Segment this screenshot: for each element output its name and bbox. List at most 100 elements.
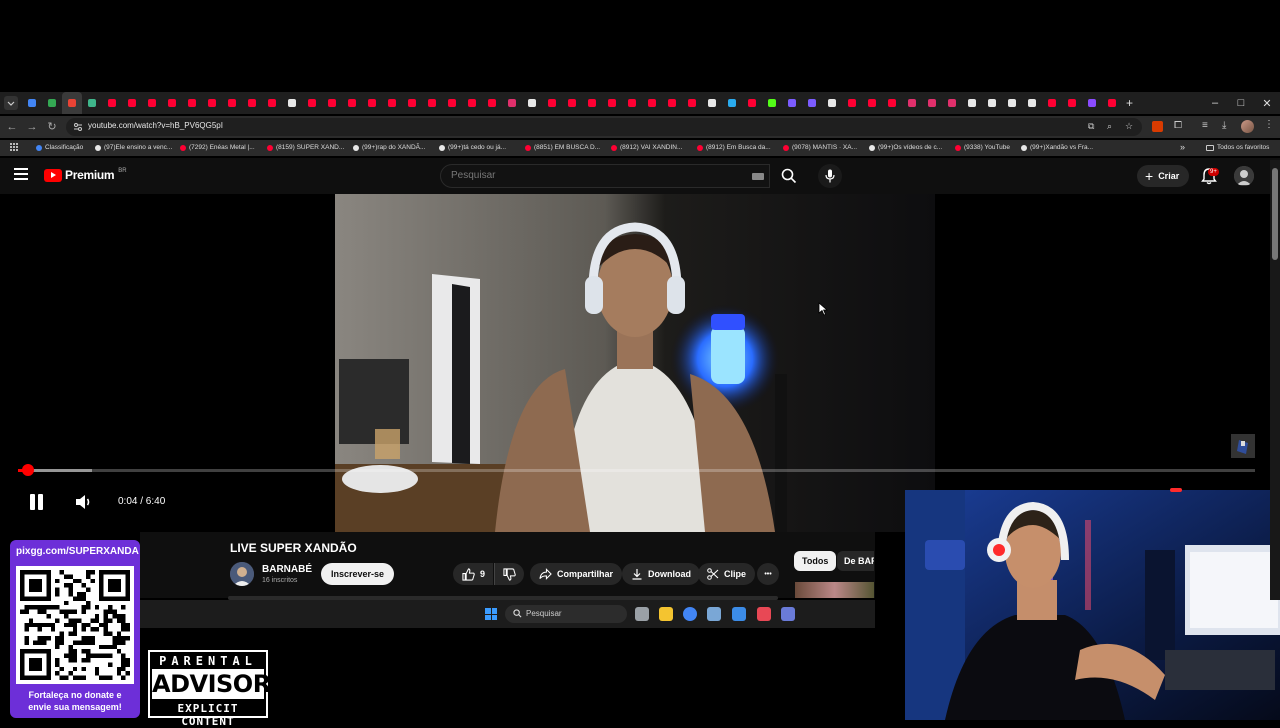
browser-tab[interactable] xyxy=(82,92,102,114)
taskbar-app-icon[interactable] xyxy=(707,607,721,621)
browser-tab[interactable] xyxy=(902,92,922,114)
install-app-icon[interactable]: ⧉ xyxy=(1088,121,1094,132)
bookmark-item[interactable]: (99+)Os vídeos de c... xyxy=(869,144,942,151)
browser-tab[interactable] xyxy=(662,92,682,114)
miniplayer-thumbnail[interactable] xyxy=(1231,434,1255,458)
browser-tab[interactable] xyxy=(402,92,422,114)
extension-office-icon[interactable] xyxy=(1152,121,1163,132)
browser-tab[interactable] xyxy=(602,92,622,114)
back-icon[interactable]: ← xyxy=(4,119,20,135)
close-window-button[interactable]: ✕ xyxy=(1254,92,1280,114)
user-avatar[interactable] xyxy=(1234,166,1254,186)
bookmark-item[interactable]: (99+)Xandão vs Fra... xyxy=(1021,144,1093,151)
forward-icon[interactable]: → xyxy=(24,119,40,135)
browser-tab[interactable] xyxy=(142,92,162,114)
video-player[interactable] xyxy=(335,194,935,532)
search-button[interactable] xyxy=(772,164,806,188)
reload-icon[interactable]: ↻ xyxy=(44,119,60,135)
browser-tab[interactable] xyxy=(822,92,842,114)
bookmark-item[interactable]: (9338) YouTube xyxy=(955,144,1010,151)
browser-tab[interactable] xyxy=(422,92,442,114)
chip-from-channel[interactable]: De BAR xyxy=(837,551,874,571)
downloads-icon[interactable]: ⤓ xyxy=(1222,120,1226,131)
browser-tab[interactable] xyxy=(162,92,182,114)
bookmark-star-icon[interactable]: ☆ xyxy=(1125,121,1133,132)
pause-icon[interactable] xyxy=(28,493,46,511)
browser-tab[interactable] xyxy=(182,92,202,114)
address-bar[interactable]: youtube.com/watch?v=hB_PV6QG5pI ⧉ ⌕ ☆ xyxy=(66,118,1142,136)
browser-tab[interactable] xyxy=(1082,92,1102,114)
browser-tab[interactable] xyxy=(642,92,662,114)
zoom-icon[interactable]: ⌕ xyxy=(1107,121,1112,132)
browser-tab[interactable] xyxy=(342,92,362,114)
browser-tab[interactable] xyxy=(762,92,782,114)
maximize-button[interactable]: □ xyxy=(1228,92,1254,114)
profile-avatar[interactable] xyxy=(1241,120,1254,133)
extensions-icon[interactable]: ⧠ xyxy=(1174,120,1182,131)
browser-tab[interactable] xyxy=(362,92,382,114)
browser-tab[interactable] xyxy=(282,92,302,114)
keyboard-icon[interactable] xyxy=(752,173,764,180)
media-controls-icon[interactable]: ≡ xyxy=(1202,120,1208,131)
channel-name[interactable]: BARNABÉ xyxy=(262,564,312,575)
browser-tab[interactable] xyxy=(382,92,402,114)
suggested-video-thumbnail[interactable] xyxy=(795,582,874,598)
browser-tab[interactable] xyxy=(742,92,762,114)
taskbar-app-icon[interactable] xyxy=(659,607,673,621)
apps-grid-icon[interactable] xyxy=(10,143,18,151)
site-info-icon[interactable] xyxy=(73,122,83,132)
browser-tab[interactable] xyxy=(562,92,582,114)
tab-search-icon[interactable] xyxy=(4,96,18,110)
taskbar-app-icon[interactable] xyxy=(732,607,746,621)
taskbar-app-icon[interactable] xyxy=(757,607,771,621)
like-button[interactable]: 9 xyxy=(453,563,494,585)
browser-tab[interactable] xyxy=(262,92,282,114)
dislike-button[interactable] xyxy=(494,563,524,585)
share-button[interactable]: Compartilhar xyxy=(530,563,623,585)
browser-menu-icon[interactable]: ⋮ xyxy=(1264,119,1274,130)
browser-tab[interactable] xyxy=(882,92,902,114)
browser-tab[interactable] xyxy=(942,92,962,114)
browser-tab[interactable] xyxy=(322,92,342,114)
clip-button[interactable]: Clipe xyxy=(698,563,756,585)
browser-tab[interactable] xyxy=(802,92,822,114)
bookmark-item[interactable]: (99+)tá cedo ou já... xyxy=(439,144,506,151)
browser-tab[interactable] xyxy=(962,92,982,114)
taskbar-app-icon[interactable] xyxy=(635,607,649,621)
browser-tab[interactable] xyxy=(22,92,42,114)
create-button[interactable]: + Criar xyxy=(1137,165,1190,187)
taskbar-app-icon[interactable] xyxy=(781,607,795,621)
browser-tab[interactable] xyxy=(482,92,502,114)
volume-icon[interactable] xyxy=(74,493,94,511)
browser-tab[interactable] xyxy=(582,92,602,114)
browser-tab[interactable] xyxy=(302,92,322,114)
minimize-button[interactable]: – xyxy=(1202,92,1228,114)
bookmark-item[interactable]: (7292) Enéas Metal |... xyxy=(180,144,255,151)
page-scrollbar-thumb[interactable] xyxy=(1272,168,1278,260)
browser-tab[interactable] xyxy=(202,92,222,114)
browser-tab[interactable] xyxy=(842,92,862,114)
browser-tab[interactable] xyxy=(702,92,722,114)
browser-tab[interactable] xyxy=(242,92,262,114)
bookmark-item[interactable]: (8912) Em Busca da... xyxy=(697,144,771,151)
browser-tab[interactable] xyxy=(682,92,702,114)
progress-scrubber-handle[interactable] xyxy=(22,464,34,476)
browser-tab[interactable] xyxy=(862,92,882,114)
search-box[interactable] xyxy=(440,164,770,188)
browser-tab[interactable] xyxy=(722,92,742,114)
browser-tab[interactable] xyxy=(1002,92,1022,114)
video-progress-bar[interactable] xyxy=(18,469,1255,472)
new-tab-button[interactable]: + xyxy=(1126,96,1133,110)
browser-tab[interactable] xyxy=(542,92,562,114)
more-actions-button[interactable]: ••• xyxy=(757,563,779,585)
download-button[interactable]: Download xyxy=(622,563,700,585)
search-input[interactable] xyxy=(451,170,741,181)
bookmark-item[interactable]: (8912) VAI XANDIN... xyxy=(611,144,682,151)
url-text[interactable]: youtube.com/watch?v=hB_PV6QG5pI xyxy=(88,121,223,130)
browser-tab[interactable] xyxy=(922,92,942,114)
browser-tab[interactable] xyxy=(982,92,1002,114)
hamburger-menu-icon[interactable] xyxy=(14,168,28,180)
bookmark-item[interactable]: (9078) MANTIS · XA... xyxy=(783,144,857,151)
browser-tab[interactable] xyxy=(42,92,62,114)
more-bookmarks-icon[interactable]: » xyxy=(1180,142,1185,152)
